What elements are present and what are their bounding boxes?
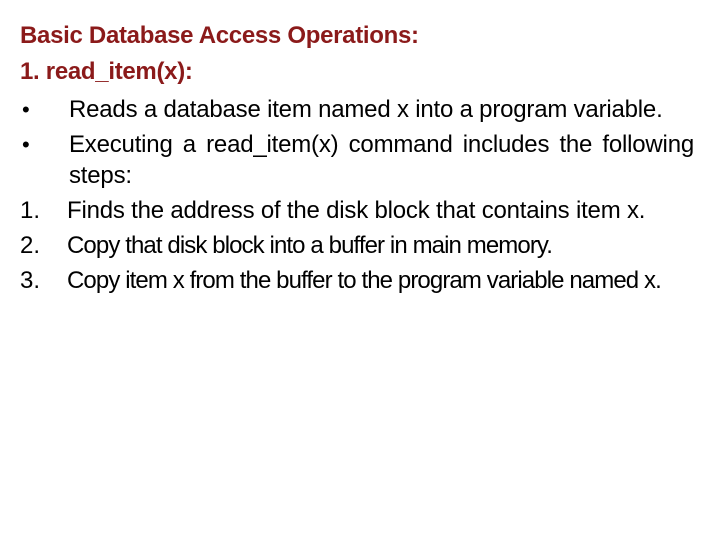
step-number: 3. [20, 267, 41, 294]
list-item-text: Reads a database item named x into a pro… [69, 96, 663, 123]
bullet-icon: • [22, 132, 30, 157]
list-item: • Executing a read_item(x) command inclu… [20, 129, 694, 191]
list-item: 3. Copy item x from the buffer to the pr… [20, 265, 694, 296]
slide-content: Basic Database Access Operations: 1. rea… [20, 18, 694, 296]
list-item-text: Finds the address of the disk block that… [67, 197, 646, 224]
list-item-text: Copy item x from the buffer to the progr… [67, 267, 662, 294]
list-item-text: Executing a read_item(x) command include… [69, 131, 694, 189]
slide-title: Basic Database Access Operations: [20, 22, 419, 49]
list-item: 1. Finds the address of the disk block t… [20, 195, 694, 226]
list-item: 2. Copy that disk block into a buffer in… [20, 230, 694, 261]
section-heading: 1. read_item(x): [20, 58, 193, 85]
step-number: 2. [20, 232, 41, 259]
step-number: 1. [20, 197, 41, 224]
list-item-text: Copy that disk block into a buffer in ma… [67, 232, 553, 259]
list-item: • Reads a database item named x into a p… [20, 94, 694, 125]
bullet-icon: • [22, 97, 30, 122]
